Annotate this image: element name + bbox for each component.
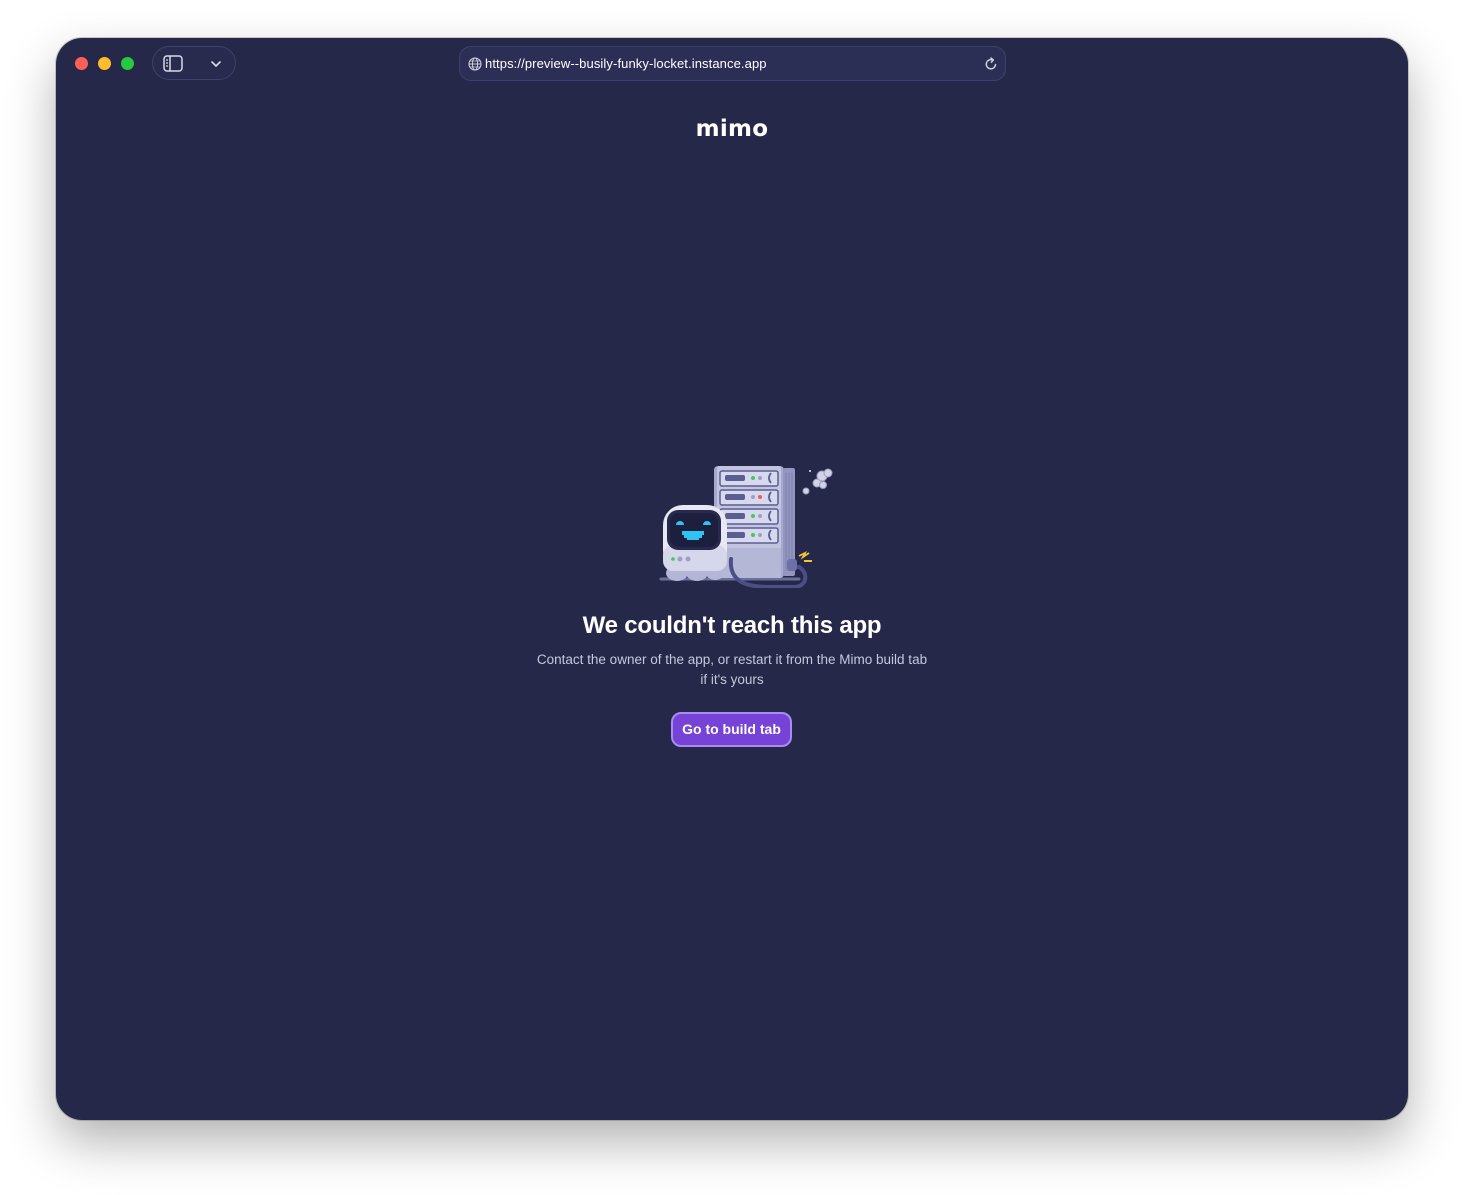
close-window-button[interactable] [75, 57, 88, 70]
sidebar-toggle-button[interactable] [152, 46, 236, 80]
globe-icon[interactable] [468, 57, 482, 71]
maximize-window-button[interactable] [121, 57, 134, 70]
reload-icon[interactable] [983, 56, 999, 72]
mimo-logo: mimo [695, 116, 769, 142]
error-description: Contact the owner of the app, or restart… [536, 652, 928, 687]
error-headline: We couldn't reach this app [582, 612, 882, 639]
go-to-build-tab-button[interactable]: Go to build tab [671, 712, 792, 747]
robot-with-broken-server-icon [659, 466, 833, 588]
url-text[interactable]: https://preview--busily-funky-locket.ins… [485, 56, 767, 71]
sidebar-icon [163, 55, 183, 72]
minimize-window-button[interactable] [98, 57, 111, 70]
address-bar[interactable]: https://preview--busily-funky-locket.ins… [459, 46, 1006, 81]
browser-window: https://preview--busily-funky-locket.ins… [56, 38, 1408, 1120]
chevron-down-icon[interactable] [210, 58, 222, 70]
